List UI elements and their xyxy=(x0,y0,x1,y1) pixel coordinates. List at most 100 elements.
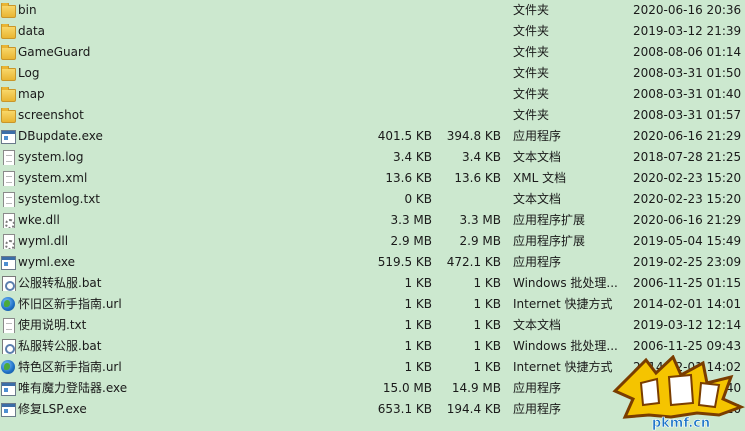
file-row[interactable]: 使用说明.txt 1 KB 1 KB 文本文档 2019-03-12 12:14 xyxy=(0,315,745,336)
file-type: 文件夹 xyxy=(513,3,550,17)
file-packed-size: 472.1 KB xyxy=(446,255,501,269)
file-packed-size: 13.6 KB xyxy=(454,171,501,185)
file-type: 应用程序扩展 xyxy=(513,234,586,248)
file-type: Windows 批处理... xyxy=(513,276,618,290)
file-row[interactable]: 特色区新手指南.url 1 KB 1 KB Internet 快捷方式 2014-02-… xyxy=(0,357,745,378)
file-size: 15.0 MB xyxy=(382,381,432,395)
file-size: 653.1 KB xyxy=(377,402,432,416)
file-row[interactable]: bin 文件夹 2020-06-16 20:36 xyxy=(0,0,745,21)
file-row[interactable]: screenshot 文件夹 2008-03-31 01:57 xyxy=(0,105,745,126)
file-name: 修复LSP.exe xyxy=(18,402,87,416)
file-modified-date: 2019-03-12 21:39 xyxy=(633,24,742,38)
file-row[interactable]: GameGuard 文件夹 2008-08-06 01:14 xyxy=(0,42,745,63)
file-modified-date: 2019-05-04 15:49 xyxy=(633,234,742,248)
file-row[interactable]: 私服转公服.bat 1 KB 1 KB Windows 批处理... 2006-11-2… xyxy=(0,336,745,357)
file-modified-date: 2018-03-12 21:40 xyxy=(633,381,742,395)
folder-icon xyxy=(1,24,16,39)
file-size: 3.3 MB xyxy=(390,213,432,227)
folder-icon xyxy=(1,108,16,123)
file-name: 怀旧区新手指南.url xyxy=(18,297,122,311)
file-size: 1 KB xyxy=(404,297,432,311)
file-packed-size: 194.4 KB xyxy=(446,402,501,416)
file-name: 使用说明.txt xyxy=(18,318,87,332)
file-packed-size: 394.8 KB xyxy=(446,129,501,143)
file-name: wke.dll xyxy=(18,213,60,227)
file-modified-date: 2008-03-31 01:50 xyxy=(633,66,742,80)
file-size: 519.5 KB xyxy=(377,255,432,269)
document-icon xyxy=(1,171,16,186)
file-size: 2.9 MB xyxy=(390,234,432,248)
file-row[interactable]: DBupdate.exe 401.5 KB 394.8 KB 应用程序 2020-06-… xyxy=(0,126,745,147)
file-packed-size: 2.9 MB xyxy=(459,234,501,248)
file-packed-size: 1 KB xyxy=(473,318,501,332)
file-row[interactable]: system.xml 13.6 KB 13.6 KB XML 文档 2020-02-23… xyxy=(0,168,745,189)
bat-icon xyxy=(1,339,16,354)
folder-icon xyxy=(1,3,16,18)
file-row[interactable]: wke.dll 3.3 MB 3.3 MB 应用程序扩展 2020-06-16 21:2… xyxy=(0,210,745,231)
file-name: system.xml xyxy=(18,171,88,185)
file-size: 1 KB xyxy=(404,360,432,374)
exe-icon xyxy=(1,255,16,270)
file-modified-date: 2020-02-23 15:20 xyxy=(633,171,742,185)
file-row[interactable]: 怀旧区新手指南.url 1 KB 1 KB Internet 快捷方式 2014-02-… xyxy=(0,294,745,315)
file-row[interactable]: 修复LSP.exe 653.1 KB 194.4 KB 应用程序 2019-05-04 … xyxy=(0,399,745,420)
file-name: data xyxy=(18,24,46,38)
globe-icon xyxy=(1,297,16,312)
file-list: bin 文件夹 2020-06-16 20:36 data 文件夹 2019-03-12 … xyxy=(0,0,745,420)
file-modified-date: 2008-08-06 01:14 xyxy=(633,45,742,59)
file-packed-size: 3.3 MB xyxy=(459,213,501,227)
folder-icon xyxy=(1,45,16,60)
file-size: 1 KB xyxy=(404,339,432,353)
file-type: XML 文档 xyxy=(513,171,567,185)
exe-icon xyxy=(1,129,16,144)
file-row[interactable]: systemlog.txt 0 KB 文本文档 2020-02-23 15:20 xyxy=(0,189,745,210)
file-type: 应用程序 xyxy=(513,402,562,416)
file-row[interactable]: wyml.exe 519.5 KB 472.1 KB 应用程序 2019-02-25 2… xyxy=(0,252,745,273)
file-row[interactable]: system.log 3.4 KB 3.4 KB 文本文档 2018-07-28 21:… xyxy=(0,147,745,168)
file-modified-date: 2014-02-01 14:02 xyxy=(633,360,742,374)
file-name: GameGuard xyxy=(18,45,91,59)
file-type: 文件夹 xyxy=(513,24,550,38)
file-packed-size: 1 KB xyxy=(473,297,501,311)
file-size: 401.5 KB xyxy=(377,129,432,143)
file-modified-date: 2008-03-31 01:40 xyxy=(633,87,742,101)
file-name: bin xyxy=(18,3,37,17)
file-type: 文本文档 xyxy=(513,150,562,164)
file-size: 3.4 KB xyxy=(393,150,432,164)
file-row[interactable]: wyml.dll 2.9 MB 2.9 MB 应用程序扩展 2019-05-04 15:… xyxy=(0,231,745,252)
file-row[interactable]: data 文件夹 2019-03-12 21:39 xyxy=(0,21,745,42)
file-name: 特色区新手指南.url xyxy=(18,360,122,374)
file-name: wyml.exe xyxy=(18,255,76,269)
file-size: 13.6 KB xyxy=(385,171,432,185)
file-size: 1 KB xyxy=(404,276,432,290)
globe-icon xyxy=(1,360,16,375)
bat-icon xyxy=(1,276,16,291)
file-name: systemlog.txt xyxy=(18,192,101,206)
file-row[interactable]: map 文件夹 2008-03-31 01:40 xyxy=(0,84,745,105)
file-name: 私服转公服.bat xyxy=(18,339,102,353)
file-name: map xyxy=(18,87,45,101)
file-row[interactable]: 公服转私服.bat 1 KB 1 KB Windows 批处理... 2006-11-2… xyxy=(0,273,745,294)
file-type: Windows 批处理... xyxy=(513,339,618,353)
folder-icon xyxy=(1,87,16,102)
file-modified-date: 2019-05-04 21:10 xyxy=(633,402,742,416)
file-name: wyml.dll xyxy=(18,234,69,248)
file-modified-date: 2020-06-16 21:29 xyxy=(633,129,742,143)
file-packed-size: 14.9 MB xyxy=(451,381,501,395)
file-name: DBupdate.exe xyxy=(18,129,103,143)
file-type: 应用程序 xyxy=(513,255,562,269)
document-icon xyxy=(1,318,16,333)
file-type: 文本文档 xyxy=(513,318,562,332)
file-modified-date: 2019-03-12 12:14 xyxy=(633,318,742,332)
file-type: 文件夹 xyxy=(513,45,550,59)
file-name: screenshot xyxy=(18,108,84,122)
file-packed-size: 1 KB xyxy=(473,339,501,353)
exe-icon xyxy=(1,402,16,417)
exe-icon xyxy=(1,381,16,396)
file-type: Internet 快捷方式 xyxy=(513,297,613,311)
file-name: 公服转私服.bat xyxy=(18,276,102,290)
file-type: 文件夹 xyxy=(513,66,550,80)
file-packed-size: 3.4 KB xyxy=(462,150,501,164)
file-row[interactable]: Log 文件夹 2008-03-31 01:50 xyxy=(0,63,745,84)
file-row[interactable]: 唯有魔力登陆器.exe 15.0 MB 14.9 MB 应用程序 2018-03-12 … xyxy=(0,378,745,399)
